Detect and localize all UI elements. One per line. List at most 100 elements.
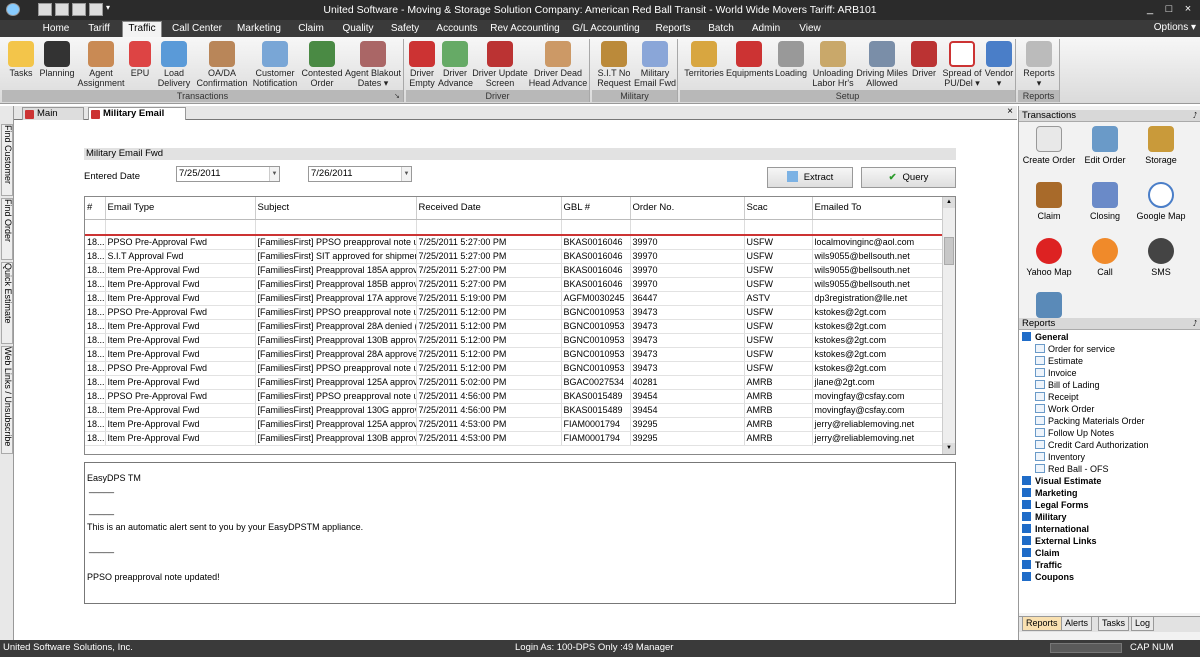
google-map-tile[interactable]: Google Map: [1133, 182, 1189, 221]
doc-tab-main-screen[interactable]: Main Screen: [22, 107, 84, 131]
side-tab-quick-estimate[interactable]: Quick Estimate: [1, 262, 13, 344]
table-row[interactable]: 18... Item Pre-Approval Fwd [FamiliesFirst…: [85, 417, 944, 432]
column-header[interactable]: GBL #: [561, 197, 631, 220]
table-row[interactable]: 18... Item Pre-Approval Fwd [FamiliesFirst…: [85, 319, 944, 334]
column-header[interactable]: Scac: [744, 197, 813, 220]
table-row[interactable]: 18... Item Pre-Approval Fwd [FamiliesFirst…: [85, 333, 944, 348]
report-item[interactable]: Invoice: [1035, 368, 1077, 378]
grid-scrollbar[interactable]: ▲ ▼: [942, 197, 955, 454]
tab-tariff[interactable]: Tariff: [80, 22, 118, 37]
filter-cell[interactable]: [812, 219, 944, 236]
column-header[interactable]: Email Type: [105, 197, 256, 220]
closing-tile[interactable]: Closing: [1077, 182, 1133, 221]
table-row[interactable]: 18... PPSO Pre-Approval Fwd [FamiliesFirst…: [85, 235, 944, 250]
report-category[interactable]: International: [1022, 524, 1089, 534]
tab-safety[interactable]: Safety: [387, 22, 423, 37]
reports-button[interactable]: Reports ▾: [1020, 39, 1058, 88]
filter-cell[interactable]: [744, 219, 813, 236]
report-category[interactable]: Coupons: [1022, 572, 1074, 582]
side-tab-find-customer[interactable]: Find Customer: [1, 124, 13, 196]
column-header[interactable]: Order No.: [630, 197, 745, 220]
scroll-up-icon[interactable]: ▲: [943, 197, 955, 208]
column-header[interactable]: #: [85, 197, 106, 220]
report-category[interactable]: Visual Estimate: [1022, 476, 1101, 486]
sit-no-request-button[interactable]: S.I.T No Request: [594, 39, 634, 88]
query-button[interactable]: ✔ Query: [861, 167, 956, 188]
tab-log[interactable]: Log: [1131, 617, 1155, 631]
tab-home[interactable]: Home: [36, 22, 76, 37]
minimize-icon[interactable]: _: [1142, 2, 1158, 17]
scroll-down-icon[interactable]: ▼: [943, 443, 955, 454]
date-from-picker[interactable]: 7/25/2011 ▼: [176, 166, 280, 182]
tab-tasks[interactable]: Tasks: [1098, 617, 1130, 631]
filter-cell[interactable]: [255, 219, 417, 236]
edit-order-tile[interactable]: Edit Order: [1077, 126, 1133, 165]
report-tile[interactable]: [1021, 292, 1077, 321]
table-row[interactable]: 18... S.I.T Approval Fwd [FamiliesFirst] S…: [85, 249, 944, 264]
military-email-fwd-button[interactable]: Military Email Fwd: [634, 39, 676, 88]
tab-batch[interactable]: Batch: [704, 22, 738, 37]
driver-advance-button[interactable]: Driver Advance: [438, 39, 473, 88]
report-item[interactable]: Red Ball - OFS: [1035, 464, 1109, 474]
maximize-icon[interactable]: □: [1161, 2, 1177, 17]
report-category[interactable]: External Links: [1022, 536, 1097, 546]
report-item[interactable]: Estimate: [1035, 356, 1083, 366]
loading-button[interactable]: Loading: [772, 39, 810, 78]
table-row[interactable]: 18... PPSO Pre-Approval Fwd [FamiliesFirst…: [85, 361, 944, 376]
tab-call-center[interactable]: Call Center: [168, 22, 226, 37]
column-header[interactable]: Emailed To: [812, 197, 944, 220]
table-row[interactable]: 18... PPSO Pre-Approval Fwd [FamiliesFirst…: [85, 305, 944, 320]
filter-cell[interactable]: [561, 219, 631, 236]
pin-icon[interactable]: ⭜: [1193, 110, 1197, 122]
close-icon[interactable]: ×: [1180, 2, 1196, 17]
vendor-button[interactable]: Vendor ▾: [984, 39, 1014, 88]
driver-setup-button[interactable]: Driver: [908, 39, 940, 78]
report-category[interactable]: Traffic: [1022, 560, 1062, 570]
report-item[interactable]: Bill of Lading: [1035, 380, 1100, 390]
table-row[interactable]: 18... Item Pre-Approval Fwd [FamiliesFirst…: [85, 403, 944, 418]
report-item[interactable]: Inventory: [1035, 452, 1085, 462]
options-menu[interactable]: Options ▾: [1154, 22, 1196, 33]
call-tile[interactable]: Call: [1077, 238, 1133, 277]
tab-reports-panel[interactable]: Reports: [1022, 617, 1062, 631]
tab-view[interactable]: View: [795, 22, 825, 37]
filter-cell[interactable]: [416, 219, 562, 236]
tab-quality[interactable]: Quality: [338, 22, 378, 37]
contested-order-button[interactable]: Contested Order: [300, 39, 344, 88]
report-item[interactable]: Receipt: [1035, 392, 1079, 402]
dialog-launcher-icon[interactable]: ↘: [394, 93, 402, 101]
spread-of-pu-del-button[interactable]: Spread of PU/Del ▾: [940, 39, 984, 88]
equipments-button[interactable]: Equipments: [726, 39, 774, 78]
column-header[interactable]: Received Date: [416, 197, 562, 220]
report-item[interactable]: Order for service: [1035, 344, 1115, 354]
driver-empty-button[interactable]: Driver Empty: [406, 39, 438, 88]
report-category[interactable]: Claim: [1022, 548, 1060, 558]
load-delivery-button[interactable]: Load Delivery: [154, 39, 194, 88]
pin-icon[interactable]: ⭜: [1193, 318, 1197, 330]
yahoo-map-tile[interactable]: Yahoo Map: [1021, 238, 1077, 277]
filter-row[interactable]: [85, 219, 944, 236]
agent-assignment-button[interactable]: Agent Assignment: [76, 39, 126, 88]
tab-marketing[interactable]: Marketing: [233, 22, 285, 37]
tab-traffic[interactable]: Traffic: [122, 21, 162, 37]
epu-button[interactable]: EPU: [126, 39, 154, 78]
tab-rev-accounting[interactable]: Rev Accounting: [490, 22, 560, 37]
report-category[interactable]: Marketing: [1022, 488, 1078, 498]
agent-blakout-dates-button[interactable]: Agent Blakout Dates ▾: [344, 39, 402, 88]
tab-gl-accounting[interactable]: G/L Accounting: [570, 22, 642, 37]
storage-tile[interactable]: Storage: [1133, 126, 1189, 165]
scroll-thumb[interactable]: [944, 237, 954, 265]
tab-admin[interactable]: Admin: [747, 22, 785, 37]
side-tab-find-order[interactable]: Find Order: [1, 198, 13, 260]
tab-alerts[interactable]: Alerts: [1061, 617, 1093, 631]
dropdown-arrow-icon[interactable]: ▼: [269, 167, 279, 181]
oa-da-confirmation-button[interactable]: OA/DA Confirmation: [194, 39, 250, 88]
tab-reports[interactable]: Reports: [652, 22, 694, 37]
report-category[interactable]: Legal Forms: [1022, 500, 1089, 510]
report-category[interactable]: Military: [1022, 512, 1067, 522]
claim-tile[interactable]: Claim: [1021, 182, 1077, 221]
table-row[interactable]: 18... Item Pre-Approval Fwd [FamiliesFirst…: [85, 263, 944, 278]
report-item[interactable]: Credit Card Authorization: [1035, 440, 1149, 450]
driving-miles-allowed-button[interactable]: Driving Miles Allowed: [856, 39, 908, 88]
tab-claim[interactable]: Claim: [293, 22, 329, 37]
